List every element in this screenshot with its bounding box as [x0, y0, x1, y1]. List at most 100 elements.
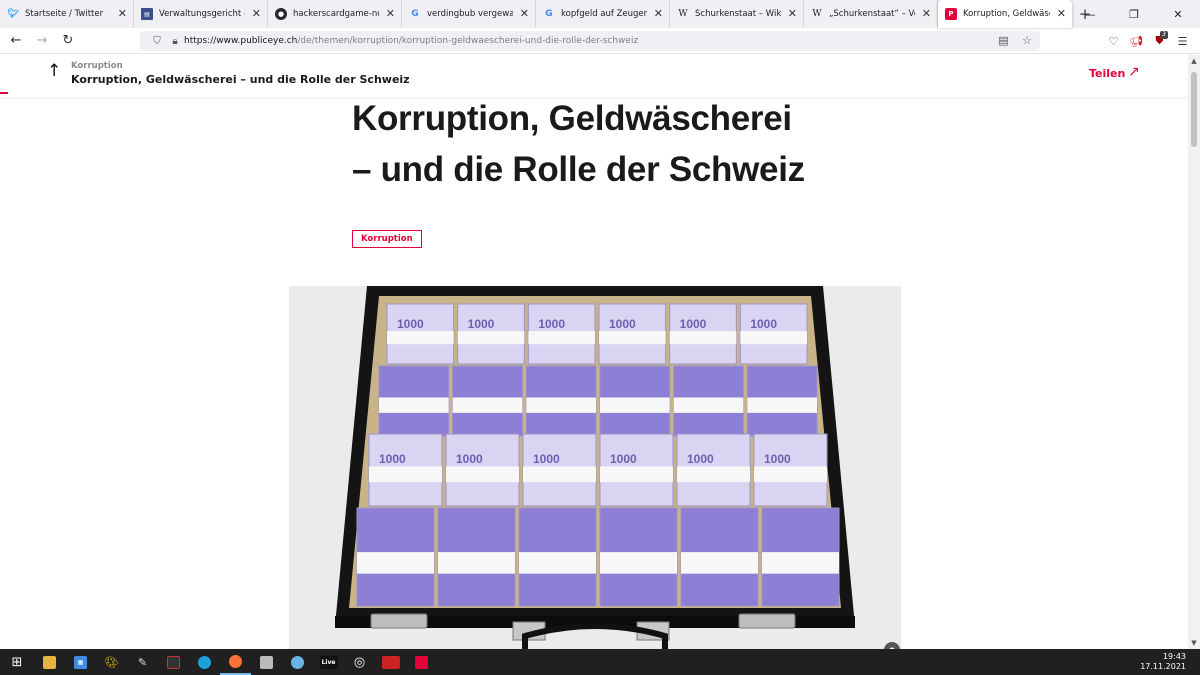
- menu-hamburger-icon[interactable]: ☰: [1171, 28, 1194, 54]
- reading-progress-bar: [0, 92, 8, 94]
- window-controls: — ❐ ✕: [1068, 0, 1200, 28]
- system-clock[interactable]: 19:43 17.11.2021: [1140, 652, 1186, 672]
- close-tab-icon[interactable]: ✕: [118, 8, 127, 19]
- svg-text:1000: 1000: [764, 452, 791, 466]
- url-host: https://www.publiceye.ch: [184, 36, 298, 46]
- back-to-top-arrow-icon[interactable]: ↑: [47, 61, 61, 81]
- tab-publiceye-active[interactable]: P Korruption, Geldwäscherei – u ✕: [938, 0, 1072, 28]
- back-arrow-icon[interactable]: ←: [3, 28, 29, 54]
- github-icon: ●: [275, 8, 287, 20]
- tab-title: verdingbub vergewaltigung -: [427, 9, 513, 19]
- store-icon[interactable]: ▦: [65, 649, 96, 675]
- reader-view-icon[interactable]: ▤: [998, 34, 1008, 47]
- url-path: /de/themen/korruption/korruption-geldwae…: [297, 36, 639, 46]
- scroll-up-arrow-icon[interactable]: ▲: [1188, 55, 1200, 67]
- clock-date: 17.11.2021: [1140, 662, 1186, 671]
- tab-wikipedia-1[interactable]: W Schurkenstaat – Wikipedia ✕: [670, 0, 804, 28]
- svg-text:1000: 1000: [468, 317, 495, 331]
- forward-arrow-icon[interactable]: →: [29, 28, 55, 54]
- windows-start-icon[interactable]: ⊞: [0, 649, 34, 675]
- installer-app-icon[interactable]: [251, 649, 282, 675]
- hero-image-briefcase: 1000 1000 1000 1000 1000 1000 1000 1000 1000 1000…: [289, 286, 901, 649]
- obs-icon[interactable]: ◎: [344, 649, 375, 675]
- firefox-icon[interactable]: [220, 649, 251, 675]
- terminal-app-icon[interactable]: [158, 649, 189, 675]
- address-bar-actions: ▤ ☆: [988, 34, 1032, 47]
- header-article-title: Korruption, Geldwäscherei – und die Roll…: [71, 73, 410, 86]
- maximize-icon[interactable]: ❐: [1112, 0, 1156, 28]
- tab-title: Schurkenstaat – Wikipedia: [695, 9, 781, 19]
- article-title-line-2: – und die Rolle der Schweiz: [352, 150, 805, 189]
- lock-icon[interactable]: 🔒︎: [166, 36, 184, 47]
- address-bar[interactable]: ⛉ 🔒︎ https://www.publiceye.ch/de/themen/…: [140, 31, 1040, 51]
- page-scrollbar[interactable]: ▲ ▼: [1188, 55, 1200, 649]
- svg-text:1000: 1000: [397, 317, 424, 331]
- close-tab-icon[interactable]: ✕: [520, 8, 529, 19]
- close-tab-icon[interactable]: ✕: [252, 8, 261, 19]
- wikipedia-icon: W: [678, 9, 688, 19]
- publiceye-app-icon[interactable]: [406, 649, 437, 675]
- live-app-icon[interactable]: Live: [313, 649, 344, 675]
- extension-megaphone-icon[interactable]: 📢︎: [1125, 28, 1148, 54]
- article-title-line-1: Korruption, Geldwäscherei: [352, 99, 792, 138]
- pocket-icon[interactable]: ♡: [1102, 28, 1125, 54]
- tab-github[interactable]: ● hackerscardgame-notes-s21m ✕: [268, 0, 402, 28]
- paint-icon[interactable]: 🎨︎: [96, 649, 127, 675]
- article-title: Korruption, Geldwäscherei – und die Roll…: [352, 93, 872, 195]
- svg-text:1000: 1000: [533, 452, 560, 466]
- navigation-toolbar: ← → ↻ ⛉ 🔒︎ https://www.publiceye.ch/de/t…: [0, 28, 1200, 54]
- bookmark-star-icon[interactable]: ☆: [1022, 34, 1032, 47]
- clock-time: 19:43: [1162, 652, 1186, 661]
- reload-icon[interactable]: ↻: [55, 28, 81, 54]
- close-window-icon[interactable]: ✕: [1156, 0, 1200, 28]
- tracking-shield-icon[interactable]: ⛉: [148, 36, 166, 47]
- tab-title: „Schurkenstaat“ – Versionsge: [829, 9, 915, 19]
- svg-text:1000: 1000: [680, 317, 707, 331]
- scrollbar-thumb[interactable]: [1191, 72, 1197, 147]
- wikipedia-icon: W: [812, 9, 822, 19]
- close-tab-icon[interactable]: ✕: [922, 8, 931, 19]
- news-app-icon[interactable]: [375, 649, 406, 675]
- svg-text:1000: 1000: [750, 317, 777, 331]
- tab-google-search-1[interactable]: G verdingbub vergewaltigung - ✕: [402, 0, 536, 28]
- svg-text:1000: 1000: [538, 317, 565, 331]
- google-icon: G: [411, 9, 419, 19]
- ublock-shield-icon[interactable]: ⛊ 3: [1148, 28, 1171, 54]
- share-button[interactable]: Teilen: [1089, 67, 1125, 80]
- tab-verwaltungsgericht[interactable]: ▤ Verwaltungsgericht - Kanton Z ✕: [134, 0, 268, 28]
- tab-strip: 🐦︎ Startseite / Twitter ✕ ▤ Verwaltungsg…: [0, 0, 1200, 28]
- scroll-down-arrow-icon[interactable]: ▼: [1188, 637, 1200, 649]
- svg-text:1000: 1000: [687, 452, 714, 466]
- sticky-article-header: ↑ Korruption Korruption, Geldwäscherei –…: [0, 55, 1188, 97]
- tab-wikipedia-2[interactable]: W „Schurkenstaat“ – Versionsge ✕: [804, 0, 938, 28]
- tab-title: hackerscardgame-notes-s21m: [293, 9, 379, 19]
- tab-google-search-2[interactable]: G kopfgeld auf Zeugen – Google ✕: [536, 0, 670, 28]
- svg-text:1000: 1000: [610, 452, 637, 466]
- tab-twitter[interactable]: 🐦︎ Startseite / Twitter ✕: [0, 0, 134, 28]
- google-icon: G: [545, 9, 553, 19]
- windows-taskbar: ⊞ ▦ 🎨︎ ✎ Live ◎ 19:43 17.11.2021: [0, 649, 1200, 675]
- minimize-icon[interactable]: —: [1068, 0, 1112, 28]
- twitter-bird-icon: 🐦︎: [7, 9, 19, 19]
- file-explorer-icon[interactable]: [34, 649, 65, 675]
- svg-text:1000: 1000: [456, 452, 483, 466]
- live-label: Live: [321, 658, 336, 666]
- pen-tool-icon[interactable]: ✎: [127, 649, 158, 675]
- publiceye-icon: P: [945, 8, 957, 20]
- tab-title: Verwaltungsgericht - Kanton Z: [159, 9, 245, 19]
- edge-browser-icon[interactable]: [189, 649, 220, 675]
- canton-flag-icon: ▤: [141, 8, 153, 20]
- share-arrow-icon[interactable]: ↗: [1128, 64, 1140, 80]
- svg-text:1000: 1000: [379, 452, 406, 466]
- web-page-viewport: ↑ Korruption Korruption, Geldwäscherei –…: [0, 55, 1188, 649]
- topic-tag[interactable]: Korruption: [352, 230, 422, 248]
- cloud-app-icon[interactable]: [282, 649, 313, 675]
- briefcase-banknotes-illustration: 1000 1000 1000 1000 1000 1000 1000 1000 1000 1000…: [289, 286, 901, 649]
- close-tab-icon[interactable]: ✕: [1057, 8, 1066, 19]
- tab-title: Korruption, Geldwäscherei – u: [963, 9, 1050, 19]
- close-tab-icon[interactable]: ✕: [788, 8, 797, 19]
- close-tab-icon[interactable]: ✕: [386, 8, 395, 19]
- header-category[interactable]: Korruption: [71, 61, 123, 71]
- toolbar-right: ♡ 📢︎ ⛊ 3 ☰: [1102, 28, 1194, 54]
- close-tab-icon[interactable]: ✕: [654, 8, 663, 19]
